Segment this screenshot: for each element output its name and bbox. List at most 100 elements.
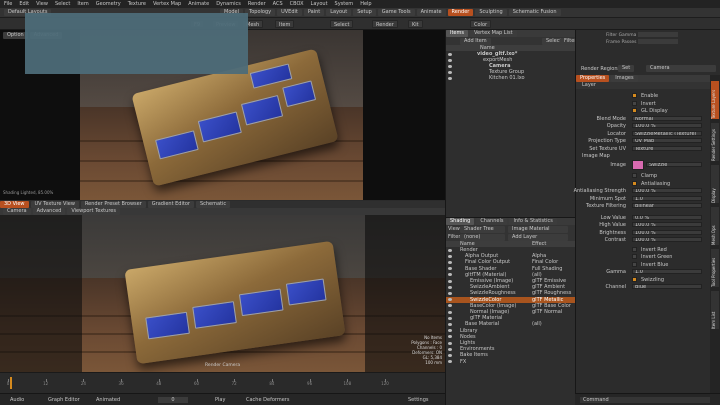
property-field-projection-type[interactable]: UV Map bbox=[632, 138, 702, 143]
image-swatch[interactable] bbox=[632, 160, 644, 170]
menu-view[interactable]: View bbox=[36, 1, 48, 7]
visibility-eye-icon[interactable] bbox=[448, 58, 452, 62]
swizzling-checkbox[interactable] bbox=[632, 276, 637, 282]
toolbar-color-button[interactable]: Color bbox=[470, 20, 492, 28]
lower-subtab-0[interactable]: Camera bbox=[3, 208, 31, 215]
property-field-contrast[interactable]: 100.0 % bbox=[632, 237, 702, 242]
side-tab[interactable]: Display bbox=[711, 165, 719, 203]
lower-tab-3[interactable]: Gradient Editor bbox=[147, 201, 194, 208]
shader-row[interactable]: SwizzleRoughness glTF Roughness bbox=[446, 290, 575, 296]
frame-field[interactable]: 0 bbox=[158, 397, 188, 403]
property-field-antialiasing-strength[interactable]: 100.0 % bbox=[632, 188, 702, 193]
graph-editor-button[interactable]: Graph Editor bbox=[48, 397, 80, 403]
lower-tab-1[interactable]: UV Texture View bbox=[30, 201, 79, 208]
visibility-eye-icon[interactable] bbox=[448, 335, 452, 339]
item-row[interactable]: Kitchen 01.lxo bbox=[446, 75, 575, 81]
shader-row[interactable]: Alpha Output Alpha bbox=[446, 253, 575, 259]
lower-tab-0[interactable]: 3D View bbox=[0, 201, 29, 208]
shader-row[interactable]: Base Material (all) bbox=[446, 321, 575, 327]
side-tab[interactable]: Texture Layers bbox=[711, 81, 719, 119]
visibility-eye-icon[interactable] bbox=[448, 254, 452, 258]
gl-display-checkbox[interactable] bbox=[632, 108, 637, 113]
property-field-gamma[interactable]: 1.0 bbox=[632, 269, 702, 274]
toolbar-item-button[interactable]: Item bbox=[275, 20, 295, 28]
frame-passes-field[interactable] bbox=[638, 39, 678, 44]
shader-row[interactable]: Environments bbox=[446, 346, 575, 352]
shader-row[interactable]: SwizzleAmbient glTF Ambient bbox=[446, 284, 575, 290]
visibility-eye-icon[interactable] bbox=[448, 322, 452, 326]
visibility-eye-icon[interactable] bbox=[448, 329, 452, 333]
property-field-texture-filtering[interactable]: Bilinear bbox=[632, 203, 702, 208]
antialiasing-checkbox[interactable] bbox=[632, 180, 637, 186]
menu-file[interactable]: File bbox=[4, 1, 12, 7]
filter-dropdown[interactable]: (none) bbox=[460, 234, 505, 241]
menu-texture[interactable]: Texture bbox=[128, 1, 146, 7]
image-material-dropdown[interactable]: Image Material bbox=[508, 226, 568, 233]
clamp-checkbox[interactable] bbox=[632, 173, 637, 178]
property-field-image[interactable]: Swizzle bbox=[646, 162, 702, 167]
visibility-eye-icon[interactable] bbox=[448, 298, 452, 302]
enable-checkbox[interactable] bbox=[632, 93, 637, 98]
visibility-eye-icon[interactable] bbox=[448, 64, 452, 68]
tab-schematic-fusion[interactable]: Schematic Fusion bbox=[508, 9, 561, 16]
tab-topology[interactable]: Topology bbox=[245, 9, 276, 16]
cache-deformers-button[interactable]: Cache Deformers bbox=[246, 397, 289, 403]
shader-row[interactable]: FX bbox=[446, 359, 575, 365]
upper-viewport-option-tab[interactable]: Option bbox=[3, 32, 28, 39]
lower-subtab-1[interactable]: Advanced bbox=[32, 208, 66, 215]
property-field-high-value[interactable]: 100.0 % bbox=[632, 222, 702, 227]
visibility-eye-icon[interactable] bbox=[448, 347, 452, 351]
visibility-eye-icon[interactable] bbox=[448, 279, 452, 283]
menu-dynamics[interactable]: Dynamics bbox=[216, 1, 241, 7]
shader-row[interactable]: Final Color Output Final Color bbox=[446, 259, 575, 265]
shader-row[interactable]: Nodes bbox=[446, 334, 575, 340]
tab-layout[interactable]: Layout bbox=[326, 9, 352, 16]
tab-uvedit[interactable]: UVEdit bbox=[277, 9, 302, 16]
play-button[interactable]: Play bbox=[215, 397, 225, 403]
shader-row[interactable]: Lights bbox=[446, 340, 575, 346]
view-dropdown[interactable]: Shader Tree bbox=[460, 226, 505, 233]
menu-edit[interactable]: Edit bbox=[19, 1, 29, 7]
visibility-eye-icon[interactable] bbox=[448, 310, 452, 314]
visibility-eye-icon[interactable] bbox=[448, 76, 452, 80]
set-button[interactable]: Set bbox=[618, 65, 635, 72]
toolbar-render-button[interactable]: Render bbox=[372, 20, 398, 28]
shader-row[interactable]: SwizzleColor glTF Metallic bbox=[446, 296, 575, 303]
invert-green-checkbox[interactable] bbox=[632, 254, 637, 259]
properties-tab-1[interactable]: Images bbox=[611, 75, 638, 82]
lower-tab-2[interactable]: Render Preset Browser bbox=[80, 201, 146, 208]
menu-vertex-map[interactable]: Vertex Map bbox=[153, 1, 181, 7]
shader-row[interactable]: Base Shader Full Shading bbox=[446, 266, 575, 272]
lower-viewport[interactable]: Render Camera No Items Polygons : Face Cha… bbox=[0, 215, 445, 372]
shader-row[interactable]: glTF Material bbox=[446, 315, 575, 321]
menu-help[interactable]: Help bbox=[360, 1, 371, 7]
side-tab[interactable]: Render Settings bbox=[711, 123, 719, 161]
items-panel-tab-1[interactable]: Vertex Map List bbox=[470, 30, 517, 37]
visibility-eye-icon[interactable] bbox=[448, 291, 452, 295]
menu-system[interactable]: System bbox=[335, 1, 354, 7]
visibility-eye-icon[interactable] bbox=[448, 285, 452, 289]
property-field-brightness[interactable]: 100.0 % bbox=[632, 229, 702, 235]
visibility-eye-icon[interactable] bbox=[448, 260, 452, 264]
invert-red-checkbox[interactable] bbox=[632, 246, 637, 252]
toolbar-kit-button[interactable]: Kit bbox=[408, 20, 423, 28]
shader-row[interactable]: gltfTM (Material) (all) bbox=[446, 272, 575, 278]
filter-gamma-field[interactable] bbox=[638, 32, 678, 37]
shader-row[interactable]: Library bbox=[446, 328, 575, 334]
visibility-eye-icon[interactable] bbox=[448, 267, 452, 271]
visibility-eye-icon[interactable] bbox=[448, 70, 452, 74]
visibility-eye-icon[interactable] bbox=[448, 52, 452, 56]
timeline[interactable]: 0 12 24 36 48 60 72 84 96 108 120 bbox=[0, 372, 445, 393]
menu-item[interactable]: Item bbox=[77, 1, 88, 7]
tab-render[interactable]: Render bbox=[447, 9, 474, 16]
property-field-minimum-spot[interactable]: 1.0 bbox=[632, 195, 702, 201]
menu-select[interactable]: Select bbox=[55, 1, 70, 7]
camera-dropdown[interactable]: Camera bbox=[646, 65, 716, 72]
visibility-eye-icon[interactable] bbox=[448, 248, 452, 252]
side-tab[interactable]: Tool Properties bbox=[711, 249, 719, 287]
visibility-eye-icon[interactable] bbox=[448, 316, 452, 320]
tab-animate[interactable]: Animate bbox=[416, 9, 446, 16]
visibility-eye-icon[interactable] bbox=[448, 360, 452, 364]
shader-row[interactable]: Normal (Image) glTF Normal bbox=[446, 309, 575, 315]
settings-button[interactable]: Settings bbox=[408, 397, 429, 403]
